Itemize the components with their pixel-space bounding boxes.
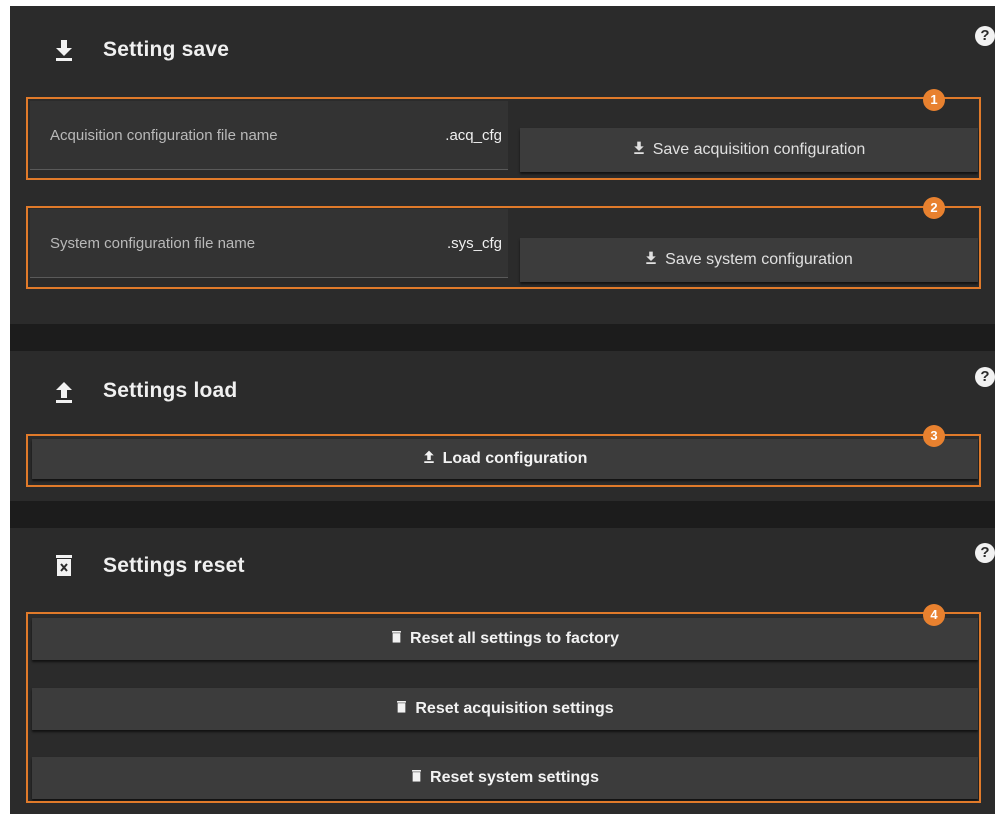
help-icon[interactable]: ? [975, 26, 995, 46]
system-filename-label: System configuration file name [50, 235, 256, 252]
callout-badge-4: 4 [923, 604, 945, 626]
reset-acquisition-label: Reset acquisition settings [415, 700, 614, 717]
reset-factory-label: Reset all settings to factory [410, 630, 619, 647]
upload-icon [56, 382, 72, 403]
save-system-configuration-button[interactable]: Save system configuration [520, 238, 978, 282]
setting-save-header: Setting save ? [10, 6, 995, 91]
delete-icon [56, 555, 72, 576]
callout-badge-3: 3 [923, 425, 945, 447]
save-system-configuration-label: Save system configuration [665, 251, 853, 268]
reset-acquisition-button[interactable]: Reset acquisition settings [32, 688, 978, 730]
setting-save-body: Acquisition configuration file name .acq… [10, 91, 995, 324]
acquisition-extension: .acq_cfg [445, 127, 502, 144]
load-configuration-button[interactable]: Load configuration [32, 439, 978, 479]
settings-load-header: Settings load ? [10, 351, 995, 426]
settings-load-body: Load configuration [10, 426, 995, 501]
acquisition-filename-field[interactable]: Acquisition configuration file name .acq… [30, 101, 508, 170]
load-configuration-label: Load configuration [442, 450, 588, 467]
settings-load-title: Settings load [103, 379, 238, 402]
reset-system-label: Reset system settings [430, 769, 599, 786]
help-icon[interactable]: ? [975, 367, 995, 387]
delete-icon [411, 769, 422, 787]
callout-badge-1: 1 [923, 89, 945, 111]
reset-factory-button[interactable]: Reset all settings to factory [32, 618, 978, 660]
setting-save-title: Setting save [103, 38, 230, 61]
settings-reset-section: Settings reset ? Reset all settings to f… [10, 528, 995, 814]
system-extension: .sys_cfg [446, 235, 502, 252]
upload-icon [423, 450, 435, 468]
settings-load-section: Settings load ? Load configuration [10, 351, 995, 501]
save-acquisition-configuration-button[interactable]: Save acquisition configuration [520, 128, 978, 172]
save-acquisition-configuration-label: Save acquisition configuration [652, 141, 866, 158]
settings-reset-header: Settings reset ? [10, 528, 995, 602]
settings-reset-body: Reset all settings to factory Reset acqu… [10, 602, 995, 814]
help-icon[interactable]: ? [975, 543, 995, 563]
callout-badge-2: 2 [923, 197, 945, 219]
delete-icon [391, 630, 402, 648]
download-icon [645, 251, 657, 269]
download-icon [56, 40, 72, 61]
delete-icon [396, 700, 407, 718]
settings-panel: Setting save ? Acquisition configuration… [10, 6, 995, 814]
setting-save-section: Setting save ? Acquisition configuration… [10, 6, 995, 324]
system-filename-field[interactable]: System configuration file name .sys_cfg [30, 209, 508, 278]
acquisition-filename-label: Acquisition configuration file name [50, 127, 278, 144]
reset-system-button[interactable]: Reset system settings [32, 757, 978, 799]
settings-reset-title: Settings reset [103, 554, 245, 577]
download-icon [633, 141, 645, 159]
